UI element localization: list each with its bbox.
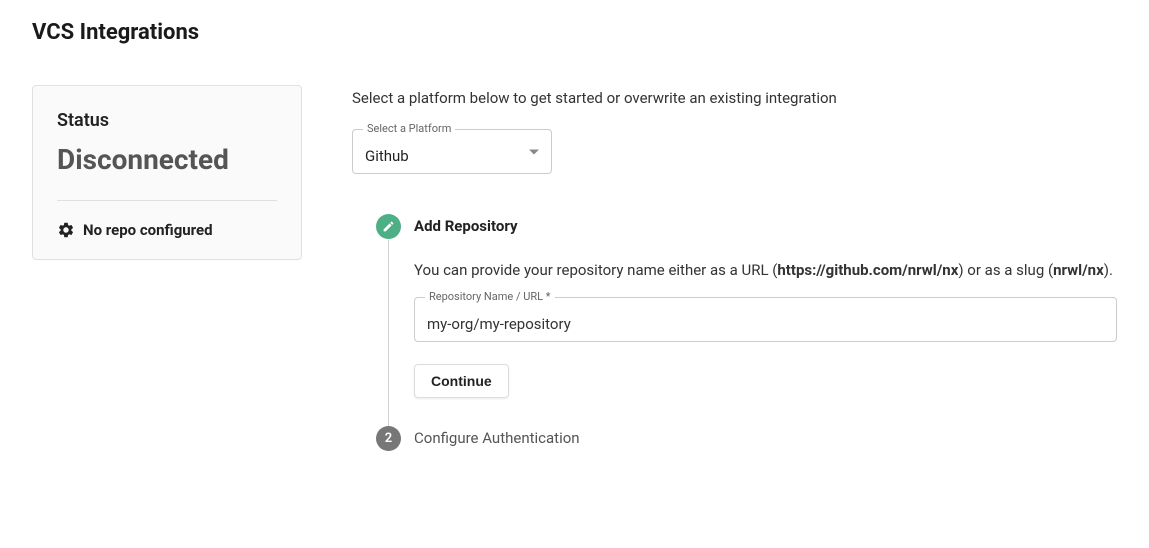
continue-button[interactable]: Continue (414, 364, 509, 398)
step-badge-inactive: 2 (376, 426, 401, 451)
step-add-repository: Add Repository You can provide your repo… (376, 214, 1117, 426)
main-content: Select a platform below to get started o… (352, 85, 1117, 479)
repo-name-label: Repository Name / URL * (425, 290, 555, 303)
divider (57, 200, 277, 201)
instruction-text: Select a platform below to get started o… (352, 89, 1117, 107)
repo-status-text: No repo configured (83, 221, 213, 239)
repo-name-input-wrap[interactable]: Repository Name / URL * (414, 297, 1117, 342)
status-label: Status (57, 110, 277, 131)
stepper: Add Repository You can provide your repo… (352, 214, 1117, 479)
step1-description: You can provide your repository name eit… (414, 261, 1117, 279)
step-connector (388, 240, 389, 438)
status-card: Status Disconnected No repo configured (32, 85, 302, 260)
pencil-icon (382, 220, 395, 233)
repo-status: No repo configured (57, 221, 277, 239)
step-badge-active (376, 214, 401, 239)
status-value: Disconnected (57, 143, 277, 176)
repo-name-input[interactable] (427, 315, 1104, 333)
step-configure-auth: 2 Configure Authentication (376, 426, 1117, 479)
gear-icon (57, 221, 75, 239)
platform-select-value: Github (365, 147, 409, 165)
sidebar: Status Disconnected No repo configured (32, 85, 302, 479)
chevron-down-icon (529, 149, 539, 154)
step2-title: Configure Authentication (414, 426, 1117, 451)
page-title: VCS Integrations (32, 20, 1117, 45)
step1-title: Add Repository (414, 214, 1117, 239)
platform-select-label: Select a Platform (363, 122, 455, 135)
platform-select[interactable]: Select a Platform Github (352, 129, 552, 174)
